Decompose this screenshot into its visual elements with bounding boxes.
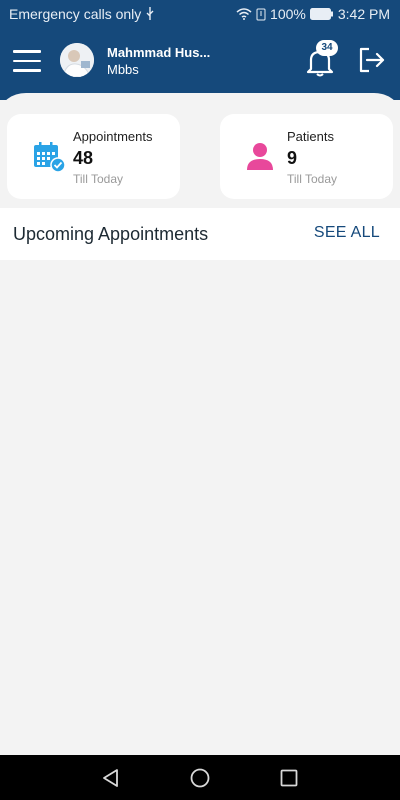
appointments-card[interactable]: Appointments 48 Till Today bbox=[7, 114, 180, 199]
carrier-text: Emergency calls only bbox=[9, 6, 142, 22]
user-role: Mbbs bbox=[107, 62, 139, 77]
sim-icon bbox=[256, 8, 266, 20]
card-title: Appointments bbox=[73, 129, 153, 144]
recents-icon[interactable] bbox=[278, 767, 300, 789]
patients-card[interactable]: Patients 9 Till Today bbox=[220, 114, 393, 199]
system-nav-bar bbox=[0, 755, 400, 800]
user-name: Mahmmad Hus... bbox=[107, 45, 211, 60]
battery-icon bbox=[309, 8, 333, 20]
back-icon[interactable] bbox=[100, 767, 122, 789]
card-subtitle: Till Today bbox=[73, 172, 124, 186]
upcoming-appointments-header: Upcoming Appointments SEE ALL bbox=[0, 208, 400, 260]
see-all-link[interactable]: SEE ALL bbox=[314, 224, 380, 242]
home-icon[interactable] bbox=[189, 767, 211, 789]
clock: 3:42 PM bbox=[337, 6, 390, 22]
patients-count: 9 bbox=[287, 148, 298, 168]
battery-percent: 100% bbox=[270, 6, 306, 22]
appointments-count: 48 bbox=[73, 148, 94, 168]
status-bar: Emergency calls only 100% 3:42 PM bbox=[0, 0, 400, 28]
menu-icon[interactable] bbox=[13, 50, 41, 72]
calendar-icon bbox=[34, 142, 66, 173]
patient-icon bbox=[247, 143, 273, 170]
wifi-icon bbox=[236, 8, 252, 20]
notification-badge: 34 bbox=[316, 40, 338, 56]
logout-icon[interactable] bbox=[356, 44, 388, 76]
card-subtitle: Till Today bbox=[287, 172, 338, 186]
usb-icon bbox=[146, 7, 154, 20]
app-header: Mahmmad Hus... Mbbs 34 bbox=[0, 28, 400, 100]
section-title: Upcoming Appointments bbox=[13, 224, 209, 244]
avatar[interactable] bbox=[60, 43, 94, 77]
card-title: Patients bbox=[287, 129, 334, 144]
